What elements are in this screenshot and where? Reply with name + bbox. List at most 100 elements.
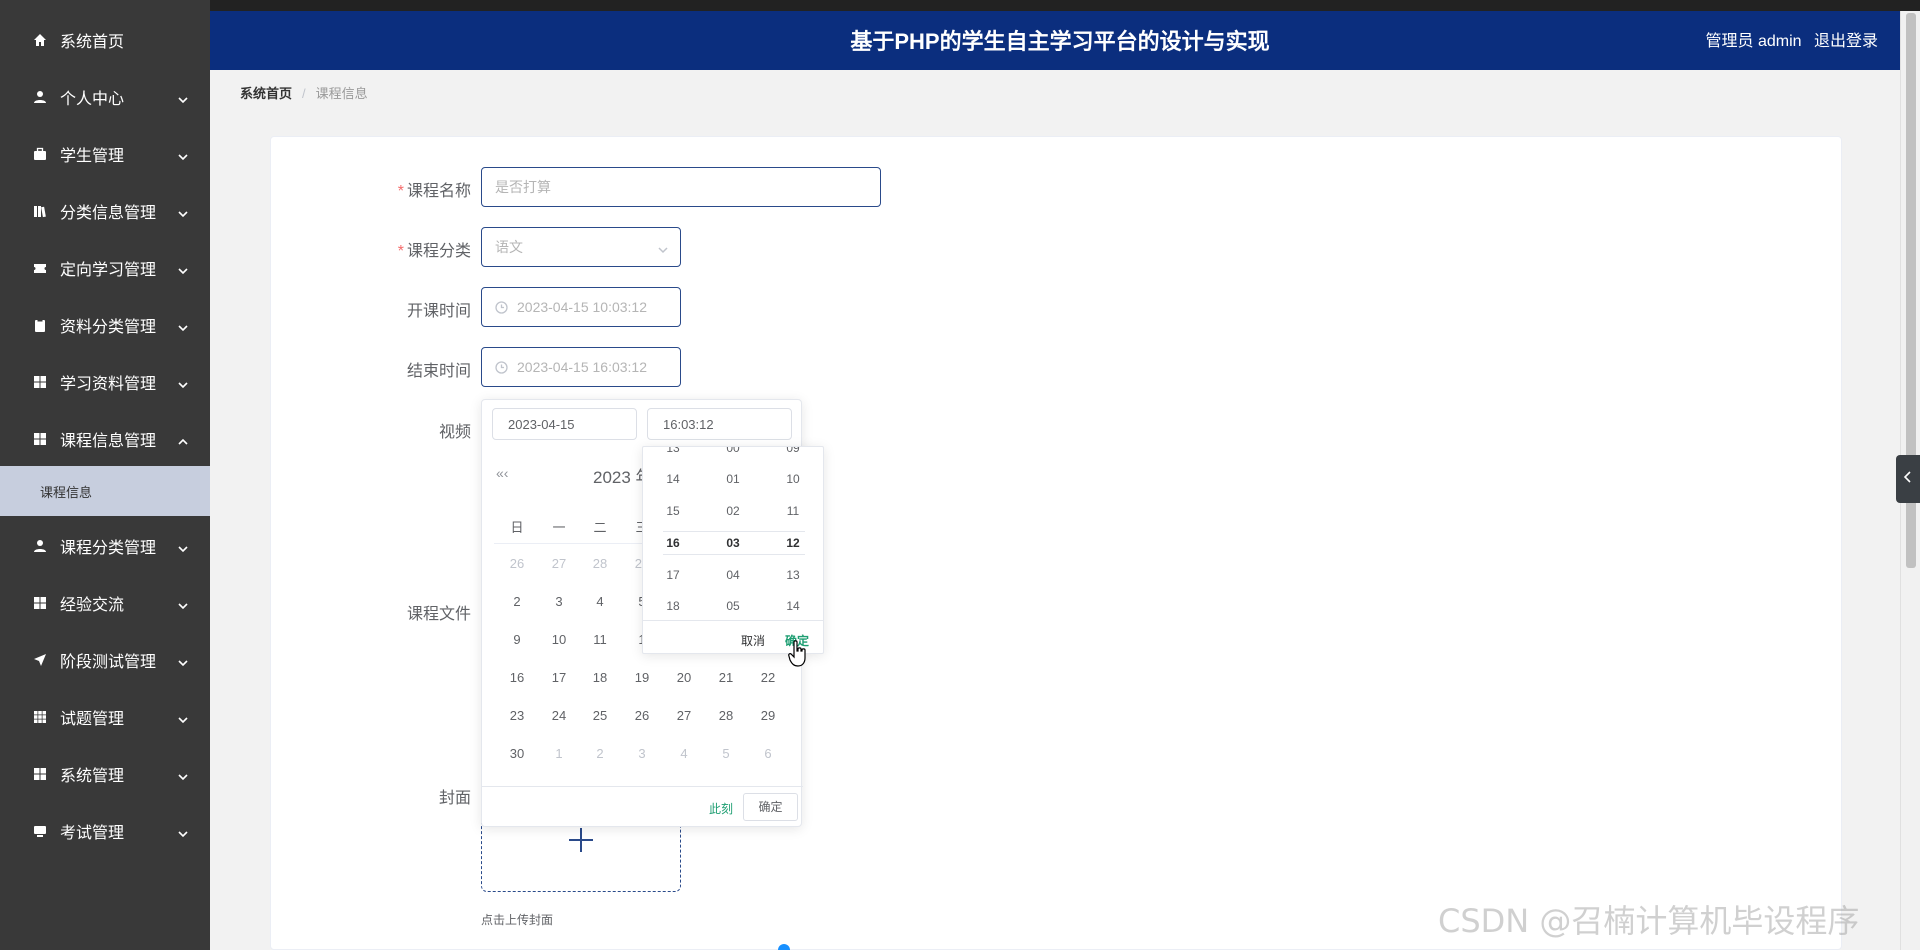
minute-option[interactable]: 00	[703, 447, 763, 455]
prev-year-month-button[interactable]: «‹	[496, 465, 508, 481]
hour-option[interactable]: 15	[643, 504, 703, 518]
sidebar-item-label: 分类信息管理	[60, 204, 157, 222]
day-cell[interactable]: 22	[747, 670, 789, 685]
day-cell[interactable]: 3	[538, 594, 580, 609]
chevron-down-icon	[178, 712, 188, 723]
sidebar-item-questions[interactable]: 试题管理	[0, 688, 210, 745]
course-name-input[interactable]: 是否打算	[481, 167, 881, 207]
second-option[interactable]: 09	[763, 447, 823, 455]
sidebar-item-label: 课程分类管理	[60, 539, 157, 557]
sidebar-item-material-category[interactable]: 资料分类管理	[0, 296, 210, 353]
sidebar-item-experience[interactable]: 经验交流	[0, 574, 210, 631]
sidebar-item-system[interactable]: 系统管理	[0, 745, 210, 802]
day-cell[interactable]: 29	[747, 708, 789, 723]
day-cell[interactable]: 27	[663, 708, 705, 723]
breadcrumb-home[interactable]: 系统首页	[240, 86, 292, 101]
minute-option[interactable]: 01	[703, 472, 763, 486]
sidebar-item-students[interactable]: 学生管理	[0, 125, 210, 182]
clock-icon	[495, 300, 508, 314]
end-time-label: 结束时间	[406, 363, 471, 380]
day-cell[interactable]: 30	[496, 746, 538, 761]
chevron-down-icon	[178, 320, 188, 331]
pointer-cursor-icon	[788, 640, 808, 668]
chevron-down-icon	[178, 92, 188, 103]
course-category-select[interactable]: 语文	[481, 227, 681, 267]
day-cell[interactable]: 26	[621, 708, 663, 723]
day-cell[interactable]: 9	[496, 632, 538, 647]
minute-option[interactable]: 04	[703, 568, 763, 582]
day-cell[interactable]: 26	[496, 556, 538, 571]
day-cell[interactable]: 28	[705, 708, 747, 723]
collapse-panel-button[interactable]	[1896, 455, 1920, 503]
start-time-input[interactable]: 2023-04-15 10:03:12	[481, 287, 681, 327]
plus-icon	[566, 825, 596, 855]
sidebar-item-course-category[interactable]: 课程分类管理	[0, 517, 210, 574]
breadcrumb: 系统首页 / 课程信息	[240, 86, 368, 101]
chevron-down-icon	[178, 598, 188, 609]
sidebar-item-exam[interactable]: 考试管理	[0, 802, 210, 859]
course-name-label: * 课程名称	[397, 183, 471, 200]
day-cell[interactable]: 19	[621, 670, 663, 685]
day-cell[interactable]: 20	[663, 670, 705, 685]
day-cell[interactable]: 2	[579, 746, 621, 761]
sidebar-item-label: 系统首页	[60, 33, 125, 51]
minute-option[interactable]: 02	[703, 504, 763, 518]
sidebar-item-category-info[interactable]: 分类信息管理	[0, 182, 210, 239]
day-cell[interactable]: 24	[538, 708, 580, 723]
ticket-icon	[33, 261, 47, 275]
cover-upload-hint: 点击上传封面	[481, 913, 554, 927]
second-option[interactable]: 11	[763, 504, 823, 518]
sidebar-item-label: 系统管理	[60, 767, 125, 785]
sidebar-item-home[interactable]: 系统首页	[0, 11, 210, 68]
second-option[interactable]: 10	[763, 472, 823, 486]
sidebar-item-label: 阶段测试管理	[60, 653, 157, 671]
hour-option[interactable]: 18	[643, 599, 703, 613]
day-cell[interactable]: 10	[538, 632, 580, 647]
sidebar-item-label: 学习资料管理	[60, 375, 157, 393]
picker-time-input[interactable]: 16:03:12	[647, 408, 792, 440]
second-option[interactable]: 14	[763, 599, 823, 613]
picker-date-input[interactable]: 2023-04-15	[492, 408, 637, 440]
day-cell[interactable]: 28	[579, 556, 621, 571]
day-cell[interactable]: 3	[621, 746, 663, 761]
day-cell[interactable]: 6	[747, 746, 789, 761]
hour-option[interactable]: 17	[643, 568, 703, 582]
chevron-down-icon	[178, 206, 188, 217]
day-cell[interactable]: 17	[538, 670, 580, 685]
minute-option[interactable]: 05	[703, 599, 763, 613]
time-cancel-button[interactable]: 取消	[741, 632, 765, 649]
picker-confirm-button[interactable]: 确定	[743, 793, 798, 821]
day-cell[interactable]: 23	[496, 708, 538, 723]
day-cell[interactable]: 21	[705, 670, 747, 685]
second-option-selected[interactable]: 12	[763, 536, 823, 550]
day-cell[interactable]: 2	[496, 594, 538, 609]
now-button[interactable]: 此刻	[709, 800, 733, 817]
day-cell[interactable]: 11	[579, 632, 621, 647]
breadcrumb-current: 课程信息	[315, 86, 368, 101]
day-cell[interactable]: 18	[579, 670, 621, 685]
sidebar-item-stage-test[interactable]: 阶段测试管理	[0, 631, 210, 688]
day-cell[interactable]: 27	[538, 556, 580, 571]
sidebar-item-study-material[interactable]: 学习资料管理	[0, 353, 210, 410]
day-cell[interactable]: 16	[496, 670, 538, 685]
start-time-value: 2023-04-15 10:03:12	[517, 299, 647, 315]
hour-option[interactable]: 13	[643, 447, 703, 455]
sidebar-subitem-course-info[interactable]: 课程信息	[0, 466, 210, 516]
hour-option-selected[interactable]: 16	[643, 536, 703, 550]
logout-link[interactable]: 退出登录	[1814, 33, 1878, 50]
submenu-label: 课程信息	[40, 484, 93, 500]
day-cell[interactable]: 5	[705, 746, 747, 761]
hour-option[interactable]: 14	[643, 472, 703, 486]
user-icon	[33, 90, 47, 104]
sidebar-item-personal[interactable]: 个人中心	[0, 68, 210, 125]
day-cell[interactable]: 25	[579, 708, 621, 723]
day-cell[interactable]: 4	[579, 594, 621, 609]
minute-option-selected[interactable]: 03	[703, 536, 763, 550]
day-cell[interactable]: 1	[538, 746, 580, 761]
day-cell[interactable]: 4	[663, 746, 705, 761]
sidebar-item-directed-study[interactable]: 定向学习管理	[0, 239, 210, 296]
end-time-input[interactable]: 2023-04-15 16:03:12	[481, 347, 681, 387]
second-option[interactable]: 13	[763, 568, 823, 582]
sidebar-item-label: 考试管理	[60, 824, 125, 842]
sidebar-item-course-info[interactable]: 课程信息管理	[0, 410, 210, 467]
